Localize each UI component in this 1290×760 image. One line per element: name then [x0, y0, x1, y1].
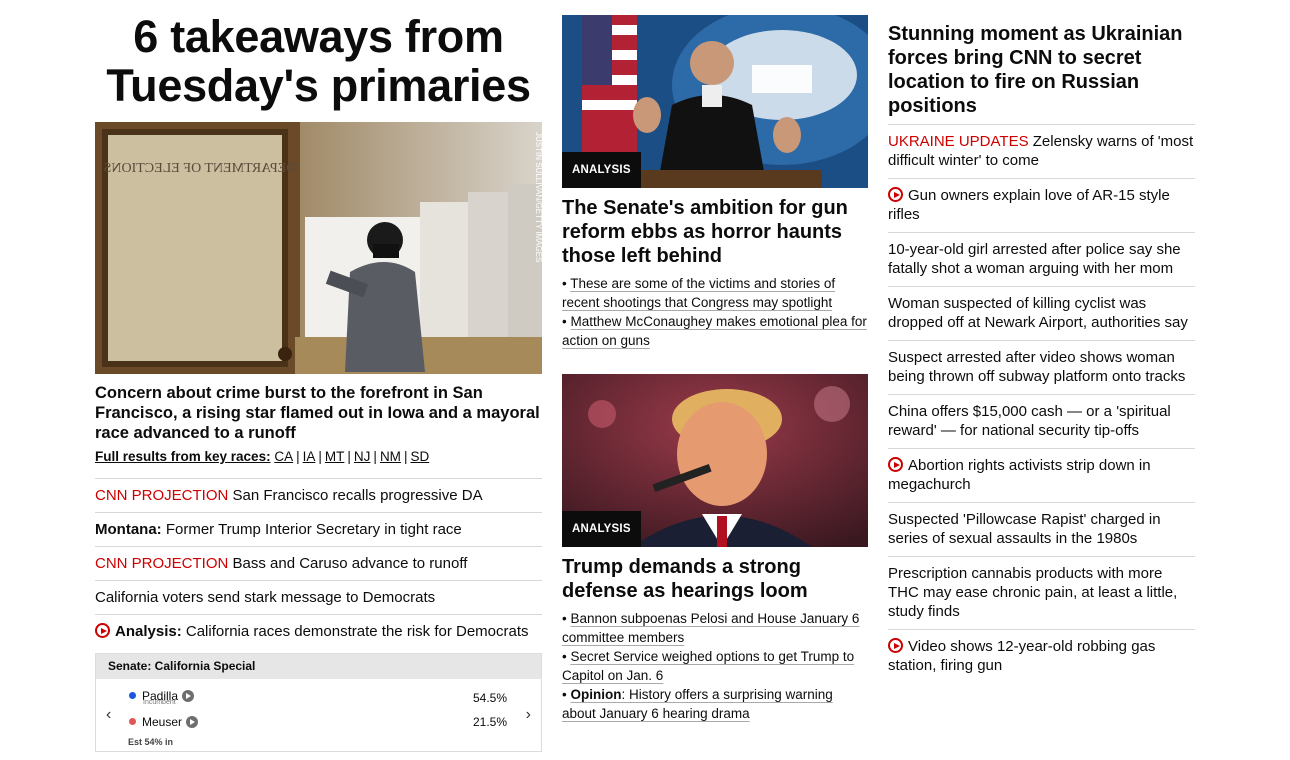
story-image-trump[interactable]: ANALYSIS — [562, 374, 868, 547]
headline-item[interactable]: 10-year-old girl arrested after police s… — [888, 232, 1195, 286]
bullet-text: These are some of the victims and storie… — [562, 276, 836, 310]
headline-item[interactable]: Video shows 12-year-old robbing gas stat… — [888, 629, 1195, 683]
door-lettering: DEPARTMENT OF ELECTIONS — [104, 161, 297, 176]
related-headlines: CNN PROJECTION San Francisco recalls pro… — [95, 478, 542, 649]
candidate-row[interactable]: Meuser — [129, 715, 199, 729]
analysis-badge: ANALYSIS — [562, 511, 641, 547]
headline-item[interactable]: UKRAINE UPDATES Zelensky warns of 'most … — [888, 124, 1195, 178]
bullet-link[interactable]: • Opinion: History offers a surprising w… — [562, 685, 868, 723]
candidate-percent: 54.5% — [472, 691, 507, 705]
separator: | — [318, 449, 322, 464]
lead-story: 6 takeaways from Tuesday's primaries JUS… — [95, 12, 542, 752]
play-video-icon — [888, 457, 903, 472]
headline-text: Bass and Caruso advance to runoff — [232, 555, 468, 572]
headline-item[interactable]: Gun owners explain love of AR-15 style r… — [888, 178, 1195, 232]
analysis-badge: ANALYSIS — [562, 152, 641, 188]
race-results-widget: Senate: California Special ‹ › Padilla I… — [95, 653, 542, 752]
headline-text: Abortion rights activists strip down in … — [888, 457, 1151, 493]
ukraine-headline[interactable]: Stunning moment as Ukrainian forces brin… — [888, 22, 1195, 118]
headline-text: California races demonstrate the risk fo… — [185, 623, 529, 640]
headline-text: San Francisco recalls progressive DA — [232, 487, 483, 504]
key-races-links: Full results from key races: CA | IA | MT | NJ… — [95, 448, 542, 466]
arrow-right-icon[interactable] — [186, 716, 199, 728]
headline-text: Woman suspected of killing cyclist was d… — [888, 295, 1188, 331]
key-race-link-nm[interactable]: NM — [380, 449, 401, 464]
key-race-link-ia[interactable]: IA — [303, 449, 316, 464]
bullet-link[interactable]: • These are some of the victims and stor… — [562, 274, 868, 312]
headline-text: 10-year-old girl arrested after police s… — [888, 241, 1181, 277]
separator: | — [296, 449, 300, 464]
separator: | — [373, 449, 377, 464]
headline-item[interactable]: Prescription cannabis products with more… — [888, 556, 1195, 629]
lead-headline[interactable]: 6 takeaways from Tuesday's primaries — [95, 12, 542, 110]
story-bullets: • Bannon subpoenas Pelosi and House Janu… — [562, 609, 868, 723]
key-race-link-ca[interactable]: CA — [274, 449, 293, 464]
headline-text: Video shows 12-year-old robbing gas stat… — [888, 638, 1156, 674]
story-image-mcconaughey[interactable]: ANALYSIS — [562, 15, 868, 188]
headline-text: Former Trump Interior Secretary in tight… — [165, 521, 462, 538]
headline-text: China offers $15,000 cash — or a 'spirit… — [888, 403, 1171, 439]
headline-kicker: Analysis: — [115, 623, 182, 640]
key-race-link-nj[interactable]: NJ — [354, 449, 371, 464]
story-headline[interactable]: The Senate's ambition for gun reform ebb… — [562, 196, 868, 268]
estimate-label: Est 54% in — [128, 737, 174, 747]
headline-item[interactable]: Suspect arrested after video shows woman… — [888, 340, 1195, 394]
headline-item[interactable]: Montana: Former Trump Interior Secretary… — [95, 513, 542, 547]
headline-text: Suspected 'Pillowcase Rapist' charged in… — [888, 511, 1161, 547]
story-headline[interactable]: Trump demands a strong defense as hearin… — [562, 555, 868, 603]
play-video-icon — [888, 187, 903, 202]
separator: | — [347, 449, 351, 464]
key-races-label[interactable]: Full results from key races: — [95, 449, 271, 464]
bullet-text: Bannon subpoenas Pelosi and House Januar… — [562, 611, 860, 645]
headline-text: Gun owners explain love of AR-15 style r… — [888, 187, 1170, 223]
chevron-right-icon[interactable]: › — [526, 706, 531, 724]
bullet-label: Opinion — [570, 687, 622, 702]
headline-text: Suspect arrested after video shows woman… — [888, 349, 1186, 385]
party-dot — [129, 692, 136, 699]
key-race-link-sd[interactable]: SD — [410, 449, 429, 464]
headline-kicker: CNN PROJECTION — [95, 555, 229, 572]
candidate-name: Meuser — [142, 715, 183, 729]
headline-item[interactable]: Suspected 'Pillowcase Rapist' charged in… — [888, 502, 1195, 556]
separator: | — [403, 449, 408, 464]
headline-item[interactable]: CNN PROJECTION San Francisco recalls pro… — [95, 479, 542, 513]
key-race-link-mt[interactable]: MT — [325, 449, 345, 464]
headline-item[interactable]: Woman suspected of killing cyclist was d… — [888, 286, 1195, 340]
headline-kicker: CNN PROJECTION — [95, 487, 229, 504]
chevron-left-icon[interactable]: ‹ — [106, 706, 111, 724]
headline-text: California voters send stark message to … — [95, 589, 436, 606]
play-video-icon — [888, 638, 903, 653]
headline-item[interactable]: Abortion rights activists strip down in … — [888, 448, 1195, 502]
party-dot — [129, 718, 136, 725]
headline-text: Prescription cannabis products with more… — [888, 565, 1178, 620]
headline-kicker: UKRAINE UPDATES — [888, 133, 1029, 150]
incumbent-label: Incumbent — [143, 699, 176, 706]
image-credit: JUSTIN SULLIVAN/GETTY IMAGES — [534, 132, 542, 262]
headline-item[interactable]: California voters send stark message to … — [95, 581, 542, 615]
lead-subheadline[interactable]: Concern about crime burst to the forefro… — [95, 383, 542, 443]
play-video-icon — [95, 623, 110, 638]
candidate-percent: 21.5% — [472, 715, 507, 729]
bullet-link[interactable]: • Secret Service weighed options to get … — [562, 647, 868, 685]
headline-item[interactable]: Analysis: California races demonstrate t… — [95, 615, 542, 649]
headline-list: UKRAINE UPDATES Zelensky warns of 'most … — [888, 124, 1195, 683]
bullet-text: Matthew McConaughey makes emotional plea… — [562, 314, 867, 348]
right-column: Stunning moment as Ukrainian forces brin… — [888, 22, 1195, 683]
race-title[interactable]: Senate: California Special — [96, 654, 541, 679]
bullet-link[interactable]: • Matthew McConaughey makes emotional pl… — [562, 312, 868, 350]
lead-image[interactable]: JUSTIN SULLIVAN/GETTY IMAGES DEPARTMENT … — [95, 122, 542, 374]
arrow-right-icon[interactable] — [182, 690, 195, 702]
bullet-text: Secret Service weighed options to get Tr… — [562, 649, 855, 683]
middle-column: ANALYSIS The Senate's ambition for gun r… — [562, 15, 868, 723]
bullet-link[interactable]: • Bannon subpoenas Pelosi and House Janu… — [562, 609, 868, 647]
headline-item[interactable]: CNN PROJECTION Bass and Caruso advance t… — [95, 547, 542, 581]
headline-item[interactable]: China offers $15,000 cash — or a 'spirit… — [888, 394, 1195, 448]
headline-kicker: Montana: — [95, 521, 162, 538]
story-bullets: • These are some of the victims and stor… — [562, 274, 868, 350]
